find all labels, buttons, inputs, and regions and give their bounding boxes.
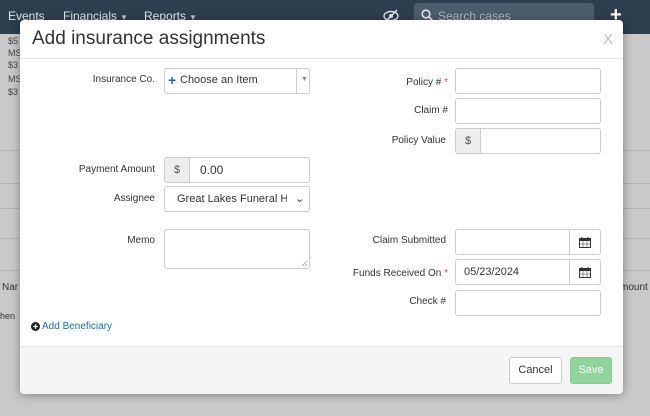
resize-handle-icon[interactable] <box>301 260 308 267</box>
insurance-label: Insurance Co. <box>92 74 155 85</box>
claim-label: Claim # <box>414 105 448 116</box>
bg-text: $3 <box>8 60 19 70</box>
chevron-down-icon: ▼ <box>301 76 308 83</box>
bg-text: $5 <box>8 36 19 46</box>
funds-received-label-text: Funds Received On <box>352 268 442 279</box>
assignee-select[interactable]: Great Lakes Funeral Home ⌄ <box>164 186 310 212</box>
policy-label: Policy # * <box>406 77 448 88</box>
payment-amount-value: 0.00 <box>200 163 224 177</box>
policy-value-field[interactable] <box>480 128 601 154</box>
funds-received-field[interactable]: 05/23/2024 <box>455 259 570 285</box>
currency-addon: $ <box>455 128 481 154</box>
chevron-down-icon: ⌄ <box>295 193 305 205</box>
funds-received-value: 05/23/2024 <box>464 266 520 278</box>
assignee-label: Assignee <box>113 193 155 204</box>
claim-submitted-field[interactable] <box>455 229 570 255</box>
claim-submitted-calendar-button[interactable] <box>569 229 601 255</box>
plus-circle-icon <box>31 322 40 331</box>
required-marker: * <box>444 77 448 88</box>
divider <box>296 69 297 93</box>
required-marker: * <box>444 268 448 279</box>
cancel-button[interactable]: Cancel <box>509 357 562 384</box>
bg-text: $3 <box>8 87 19 97</box>
claim-number-field[interactable] <box>455 98 601 124</box>
divider <box>20 58 623 59</box>
funds-received-label: Funds Received On * <box>353 268 448 279</box>
modal-footer: Cancel Save <box>20 346 623 394</box>
payment-amount-label: Payment Amount <box>78 164 155 175</box>
memo-textarea[interactable] <box>164 229 310 269</box>
policy-number-field[interactable] <box>455 68 601 94</box>
funds-received-calendar-button[interactable] <box>569 259 601 285</box>
bg-column-header: mount <box>620 282 648 293</box>
assignee-value: Great Lakes Funeral Home <box>177 193 287 205</box>
currency-addon: $ <box>164 157 190 183</box>
calendar-icon <box>579 237 591 248</box>
close-icon[interactable]: X <box>603 31 613 48</box>
check-label: Check # <box>409 296 446 307</box>
modal-title: Add insurance assignments <box>32 28 266 49</box>
add-insurance-modal: Add insurance assignments X Insurance Co… <box>20 20 623 394</box>
check-number-field[interactable] <box>455 290 601 316</box>
insurance-value: Choose an Item <box>180 74 258 86</box>
claim-submitted-label: Claim Submitted <box>372 235 446 246</box>
payment-amount-field[interactable]: 0.00 <box>189 157 310 183</box>
bg-text: hen <box>0 311 16 321</box>
policy-label-text: Policy # <box>406 77 442 88</box>
memo-label: Memo <box>127 235 155 246</box>
calendar-icon <box>579 267 591 278</box>
save-button[interactable]: Save <box>570 357 612 384</box>
add-beneficiary-label: Add Beneficiary <box>42 321 113 332</box>
policy-value-label: Policy Value <box>391 135 446 146</box>
plus-icon: + <box>168 72 177 88</box>
insurance-select[interactable]: + Choose an Item ▼ <box>164 68 310 94</box>
bg-column-header: Nar <box>2 282 19 293</box>
